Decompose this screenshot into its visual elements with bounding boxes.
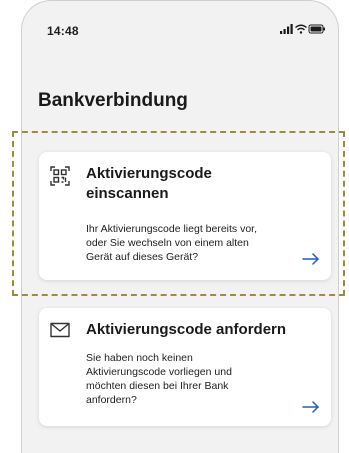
envelope-icon bbox=[50, 322, 70, 338]
signal-icon bbox=[280, 24, 293, 34]
request-activation-code-card[interactable]: Aktivierungscode anfordern Sie haben noc… bbox=[39, 308, 331, 426]
card-description-line: Sie haben noch keinen bbox=[86, 352, 193, 364]
highlight-frame bbox=[12, 131, 345, 296]
status-icons bbox=[280, 24, 325, 34]
page-title: Bankverbindung bbox=[38, 90, 188, 111]
card-description: Sie haben noch keinen Aktivierungscode v… bbox=[86, 351, 232, 407]
card-description-line: Aktivierungscode vorliegen und bbox=[86, 366, 232, 378]
battery-icon bbox=[308, 24, 325, 34]
card-description-line: möchten diesen bei Ihrer Bank bbox=[86, 380, 229, 392]
wifi-icon bbox=[295, 24, 307, 34]
card-title: Aktivierungscode anfordern bbox=[86, 321, 287, 338]
arrow-right-icon[interactable] bbox=[302, 401, 320, 413]
status-time: 14:48 bbox=[47, 24, 79, 38]
card-description-line: anfordern? bbox=[86, 394, 137, 406]
